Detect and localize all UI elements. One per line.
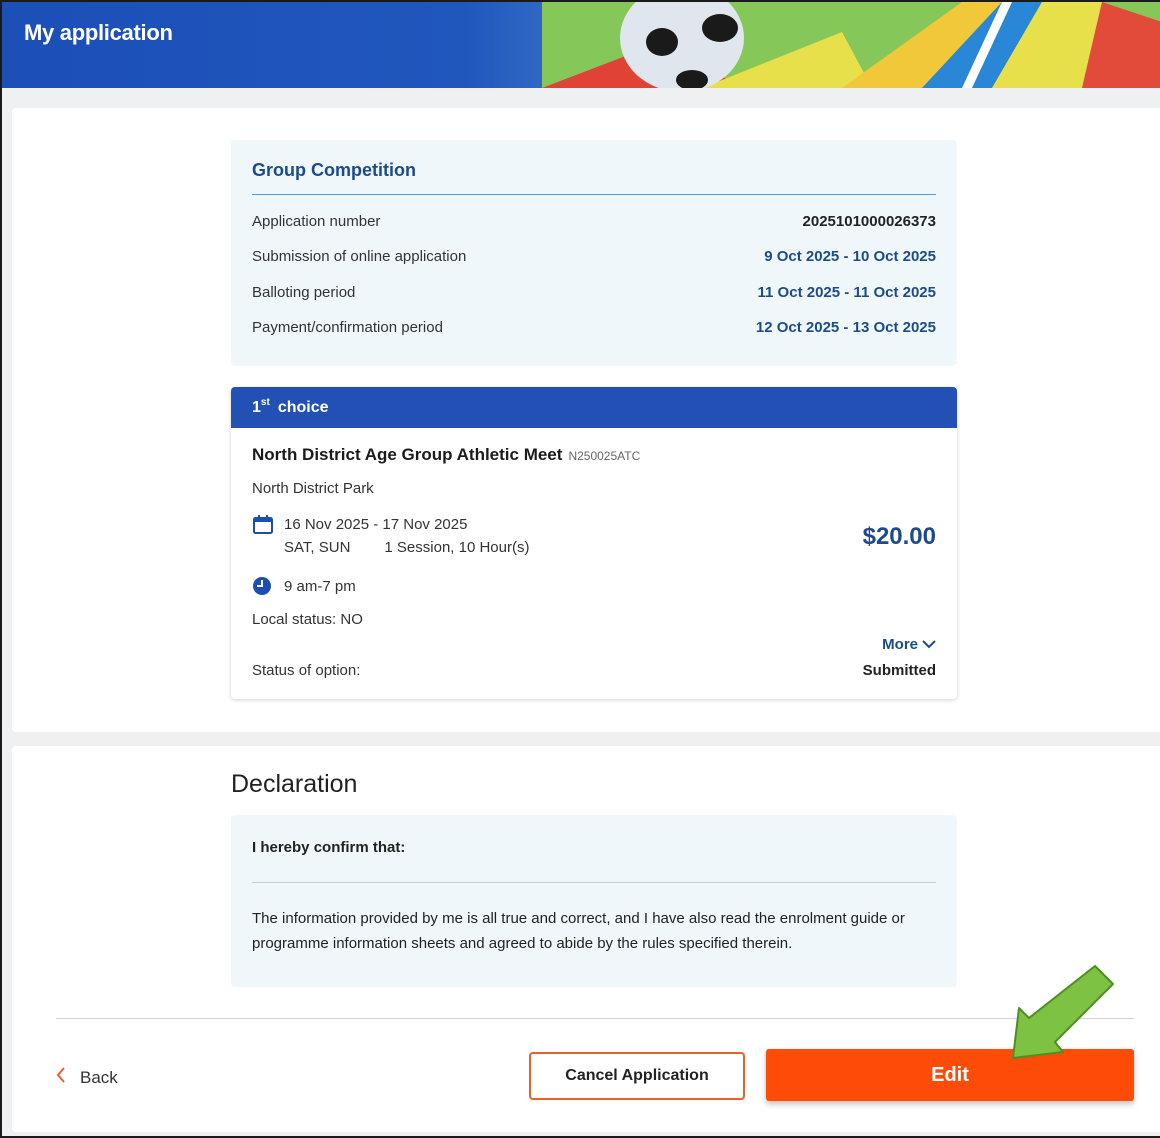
app-frame: My application Group Competition Applica… (0, 0, 1160, 1138)
application-number-value: 2025101000026373 (802, 212, 936, 230)
declaration-text: The information provided by me is all tr… (252, 910, 905, 952)
chevron-down-icon (922, 636, 936, 653)
status-value: Submitted (862, 662, 936, 679)
row-label: Submission of online application (252, 247, 467, 265)
status-label: Status of option: (252, 662, 361, 679)
application-number-row: Application number 2025101000026373 (252, 209, 936, 233)
page-title: My application (24, 20, 173, 45)
back-button[interactable]: Back (56, 1066, 118, 1089)
price: $20.00 (862, 523, 936, 550)
choice-ordinal: 1 (252, 398, 261, 416)
time: 9 am-7 pm (284, 577, 356, 595)
date-range: 16 Nov 2025 - 17 Nov 2025 (284, 515, 468, 533)
venue: North District Park (252, 480, 374, 497)
date-row: 16 Nov 2025 - 17 Nov 2025 (252, 513, 467, 535)
row-label: Application number (252, 212, 381, 230)
choice-card: 1st choice North District Age Group Athl… (231, 387, 957, 699)
balloting-period-row: Balloting period 11 Oct 2025 - 11 Oct 20… (252, 280, 936, 304)
declaration-box: I hereby confirm that: The information p… (231, 815, 957, 987)
application-summary: Group Competition Application number 202… (231, 140, 957, 366)
declaration-heading: I hereby confirm that: (252, 839, 406, 856)
event-code: N250025ATC (568, 449, 641, 463)
footer-divider (56, 1018, 1134, 1019)
payment-period-row: Payment/confirmation period 12 Oct 2025 … (252, 315, 936, 339)
clock-icon (252, 575, 274, 597)
chevron-left-icon (56, 1066, 66, 1089)
more-label: More (882, 636, 918, 653)
back-label: Back (80, 1067, 118, 1087)
time-row: 9 am-7 pm (252, 575, 356, 597)
declaration-title: Declaration (231, 770, 358, 798)
choice-header: 1st choice (231, 387, 957, 428)
balloting-period-value: 11 Oct 2025 - 11 Oct 2025 (757, 283, 936, 301)
calendar-icon (252, 513, 274, 535)
submission-period-value: 9 Oct 2025 - 10 Oct 2025 (764, 247, 936, 265)
cancel-application-button[interactable]: Cancel Application (529, 1052, 745, 1100)
submission-period-row: Submission of online application 9 Oct 2… (252, 244, 936, 268)
event-name-line: North District Age Group Athletic Meet N2… (252, 445, 640, 465)
sessions: 1 Session, 10 Hour(s) (384, 539, 530, 556)
edit-button[interactable]: Edit (766, 1049, 1134, 1101)
divider (252, 194, 936, 195)
choice-ordinal-suffix: st (260, 397, 270, 408)
days-row: SAT, SUN 1 Session, 10 Hour(s) (284, 539, 529, 556)
event-name: North District Age Group Athletic Meet (252, 445, 563, 464)
more-button[interactable]: More (882, 636, 936, 653)
row-label: Balloting period (252, 283, 356, 301)
banner-illustration (542, 2, 1160, 88)
row-label: Payment/confirmation period (252, 318, 443, 336)
application-card: Group Competition Application number 202… (12, 108, 1160, 732)
declaration-card: Declaration I hereby confirm that: The i… (12, 746, 1160, 1132)
choice-heading: choice (277, 398, 329, 416)
local-status: Local status: NO (252, 611, 363, 628)
days: SAT, SUN (284, 539, 351, 556)
header-banner: My application (2, 2, 1160, 88)
payment-period-value: 12 Oct 2025 - 13 Oct 2025 (755, 318, 936, 336)
divider (252, 882, 936, 883)
category-title: Group Competition (252, 160, 416, 180)
